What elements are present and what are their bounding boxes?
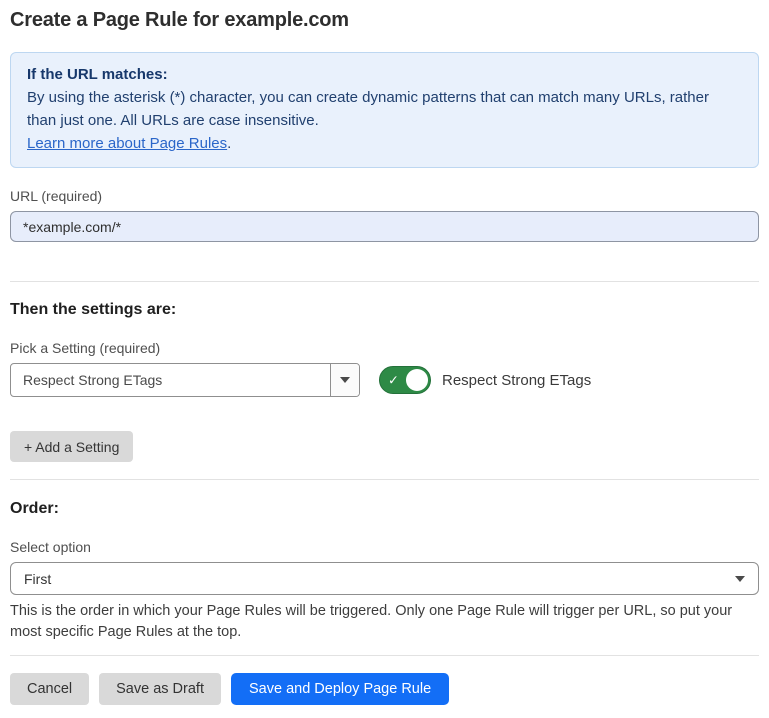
learn-more-link[interactable]: Learn more about Page Rules xyxy=(27,135,227,152)
url-field-label: URL (required) xyxy=(10,188,759,204)
url-match-info-box: If the URL matches: By using the asteris… xyxy=(10,52,759,168)
order-select-label: Select option xyxy=(10,539,759,555)
setting-select-value: Respect Strong ETags xyxy=(11,364,330,396)
pick-setting-label: Pick a Setting (required) xyxy=(10,340,759,356)
divider xyxy=(10,281,759,282)
footer-actions: Cancel Save as Draft Save and Deploy Pag… xyxy=(10,673,759,705)
page-rule-form: Create a Page Rule for example.com If th… xyxy=(0,0,769,705)
setting-select-arrow-button[interactable] xyxy=(330,364,359,396)
order-select[interactable]: First xyxy=(10,562,759,595)
divider xyxy=(10,655,759,656)
settings-section-heading: Then the settings are: xyxy=(10,301,759,319)
link-suffix: . xyxy=(227,135,231,152)
page-title: Create a Page Rule for example.com xyxy=(10,9,759,32)
setting-select[interactable]: Respect Strong ETags xyxy=(10,363,360,397)
cancel-button[interactable]: Cancel xyxy=(10,673,89,705)
url-input[interactable] xyxy=(10,211,759,242)
etags-toggle[interactable]: ✓ xyxy=(379,366,431,394)
divider xyxy=(10,479,759,480)
add-setting-button[interactable]: + Add a Setting xyxy=(10,431,133,462)
save-and-deploy-button[interactable]: Save and Deploy Page Rule xyxy=(231,673,449,705)
order-help-text: This is the order in which your Page Rul… xyxy=(10,601,759,643)
save-as-draft-button[interactable]: Save as Draft xyxy=(99,673,221,705)
info-box-body-text: By using the asterisk (*) character, you… xyxy=(27,89,709,129)
toggle-knob xyxy=(406,369,428,391)
toggle-label: Respect Strong ETags xyxy=(442,372,591,389)
info-box-heading: If the URL matches: xyxy=(27,63,742,86)
setting-row: Respect Strong ETags ✓ Respect Strong ET… xyxy=(10,363,759,397)
chevron-down-icon xyxy=(340,377,350,383)
check-icon: ✓ xyxy=(388,374,399,387)
chevron-down-icon xyxy=(735,576,745,582)
order-section-heading: Order: xyxy=(10,500,759,518)
order-select-value: First xyxy=(24,571,51,587)
info-box-body: By using the asterisk (*) character, you… xyxy=(27,86,742,155)
